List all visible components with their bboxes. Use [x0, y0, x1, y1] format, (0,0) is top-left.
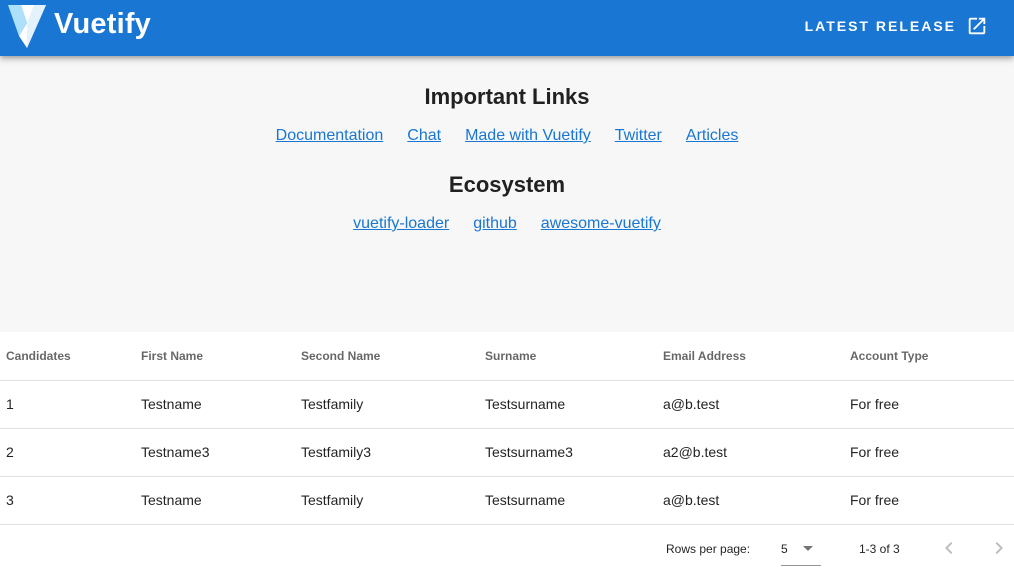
column-header-first-name[interactable]: First Name — [135, 332, 295, 381]
table-cell: Testname — [135, 476, 295, 525]
chevron-right-icon — [995, 542, 1003, 554]
important-link-twitter[interactable]: Twitter — [615, 127, 662, 145]
app-bar: Vuetify Latest Release — [0, 0, 1014, 56]
ecosystem-title: Ecosystem — [448, 172, 566, 197]
table-row[interactable]: 2 Testname3 Testfamily3 Testsurname3 a2@b.te… — [0, 428, 1014, 477]
table-cell: 3 — [0, 476, 135, 525]
vuetify-logo-icon — [8, 5, 46, 48]
column-header-candidates[interactable]: Candidates — [0, 332, 135, 381]
table-cell: Testname3 — [135, 428, 295, 477]
table-cell: Testsurname — [479, 380, 657, 429]
data-table: Candidates First Name Second Name Surname Em… — [0, 332, 1014, 525]
table-cell: Testname — [135, 380, 295, 429]
table-cell: a2@b.test — [657, 428, 844, 477]
important-links-title: Important Links — [424, 84, 590, 109]
table-row[interactable]: 1 Testname Testfamily Testsurname a@b.test Fo… — [0, 380, 1014, 429]
rows-per-page-label: Rows per page: — [666, 542, 751, 556]
important-links-list: Documentation Chat Made with Vuetify Twitte… — [0, 127, 1014, 145]
latest-release-button[interactable]: Latest Release — [805, 10, 988, 42]
candidates-data-table: Candidates First Name Second Name Surname Em… — [0, 332, 1014, 579]
table-cell: 1 — [0, 380, 135, 429]
ecosystem-links-list: vuetify-loader github awesome-vuetify — [0, 215, 1014, 233]
table-cell: For free — [844, 428, 1014, 477]
table-cell: Testfamily3 — [295, 428, 479, 477]
important-link-articles[interactable]: Articles — [686, 127, 738, 145]
table-footer: Rows per page: 5 1-3 of 3 — [0, 526, 1014, 579]
table-header-row: Candidates First Name Second Name Surname Em… — [0, 332, 1014, 381]
table-cell: Testfamily — [295, 380, 479, 429]
important-link-chat[interactable]: Chat — [407, 127, 441, 145]
column-header-account-type[interactable]: Account Type — [844, 332, 1014, 381]
column-header-email-address[interactable]: Email Address — [657, 332, 844, 381]
table-cell: Testsurname3 — [479, 428, 657, 477]
ecosystem-link-awesome-vuetify[interactable]: awesome-vuetify — [541, 215, 661, 233]
table-row[interactable]: 3 Testname Testfamily Testsurname a@b.test Fo… — [0, 476, 1014, 525]
app-title: Vuetify — [54, 8, 152, 40]
column-header-surname[interactable]: Surname — [479, 332, 657, 381]
next-page-button[interactable] — [987, 536, 1011, 560]
table-cell: a@b.test — [657, 380, 844, 429]
table-cell: For free — [844, 476, 1014, 525]
pagination-range: 1-3 of 3 — [859, 542, 900, 556]
table-cell: Testsurname — [479, 476, 657, 525]
previous-page-button[interactable] — [937, 536, 961, 560]
table-cell: 2 — [0, 428, 135, 477]
latest-release-label: Latest Release — [804, 18, 956, 34]
important-link-documentation[interactable]: Documentation — [276, 127, 384, 145]
rows-per-page-value: 5 — [781, 542, 788, 556]
ecosystem-link-vuetify-loader[interactable]: vuetify-loader — [353, 215, 449, 233]
menu-down-icon — [803, 546, 813, 551]
table-cell: a@b.test — [657, 476, 844, 525]
chevron-left-icon — [945, 542, 953, 554]
open-in-new-icon — [968, 17, 986, 35]
ecosystem-link-github[interactable]: github — [473, 215, 517, 233]
table-cell: For free — [844, 380, 1014, 429]
table-cell: Testfamily — [295, 476, 479, 525]
rows-per-page-select[interactable]: 5 — [781, 534, 821, 566]
column-header-second-name[interactable]: Second Name — [295, 332, 479, 381]
important-link-made-with-vuetify[interactable]: Made with Vuetify — [465, 127, 591, 145]
